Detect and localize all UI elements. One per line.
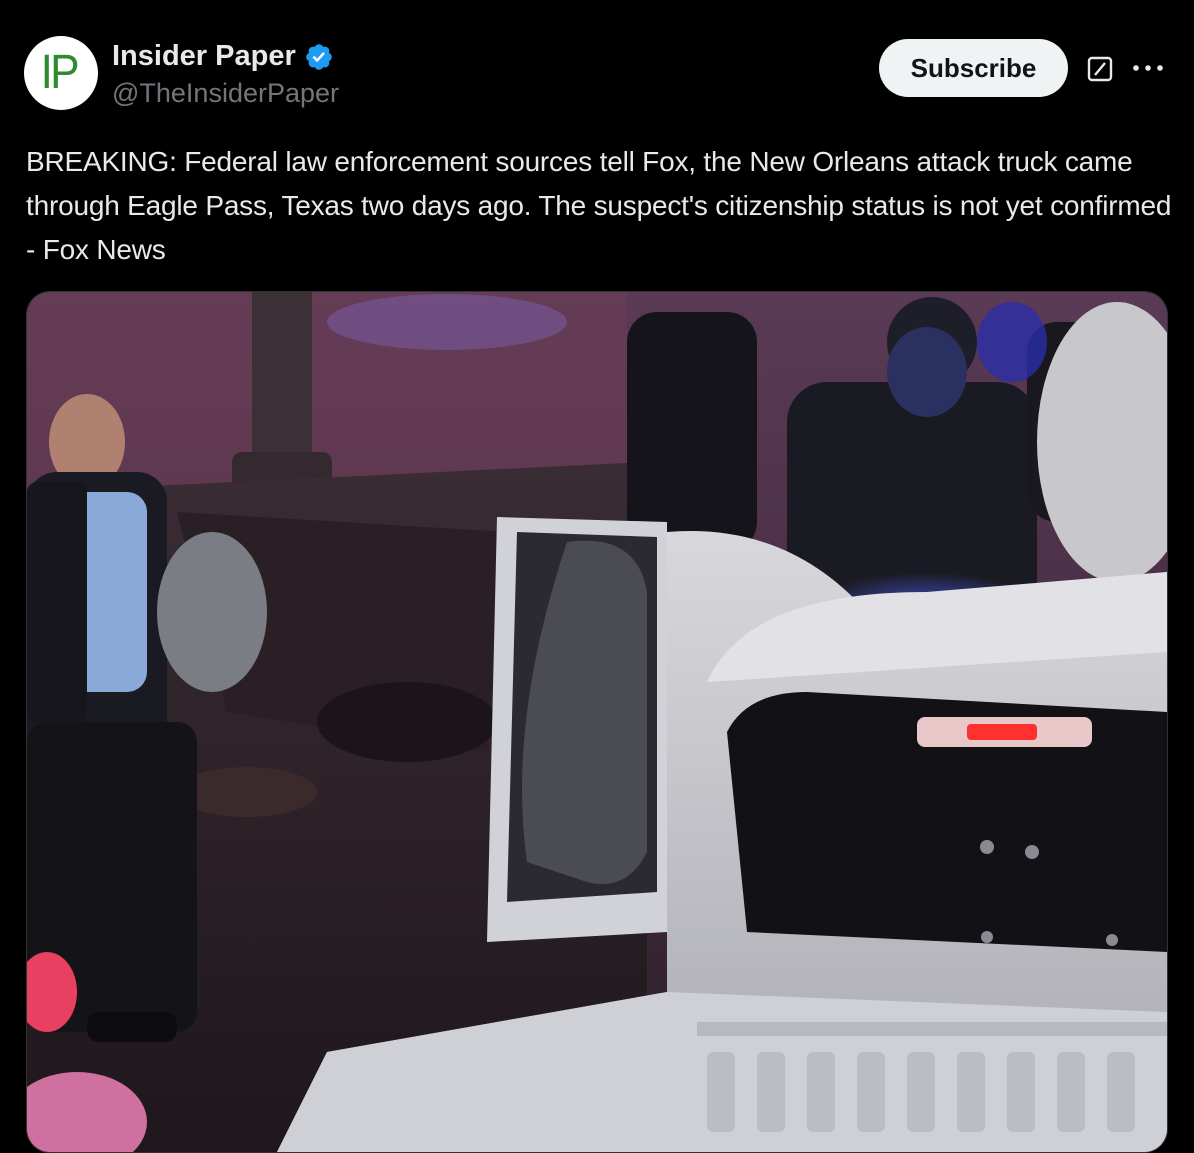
author-display-name[interactable]: Insider Paper [112,40,296,73]
tweet-text: BREAKING: Federal law enforcement source… [26,146,1172,265]
grok-icon[interactable] [1085,54,1115,84]
avatar[interactable]: IP [24,36,98,110]
avatar-logo-text: IP [40,46,80,99]
author-name-row: Insider Paper [112,40,334,73]
author-handle[interactable]: @TheInsiderPaper [112,78,339,109]
subscribe-button[interactable]: Subscribe [879,39,1068,97]
tweet-photo[interactable] [26,291,1168,1153]
verified-badge-icon[interactable] [304,42,334,72]
more-options-icon[interactable] [1128,52,1168,84]
night-scene-photo [27,292,1167,1152]
tweet: IP Insider Paper @TheInsiderPaper Subscr… [0,0,1194,1153]
